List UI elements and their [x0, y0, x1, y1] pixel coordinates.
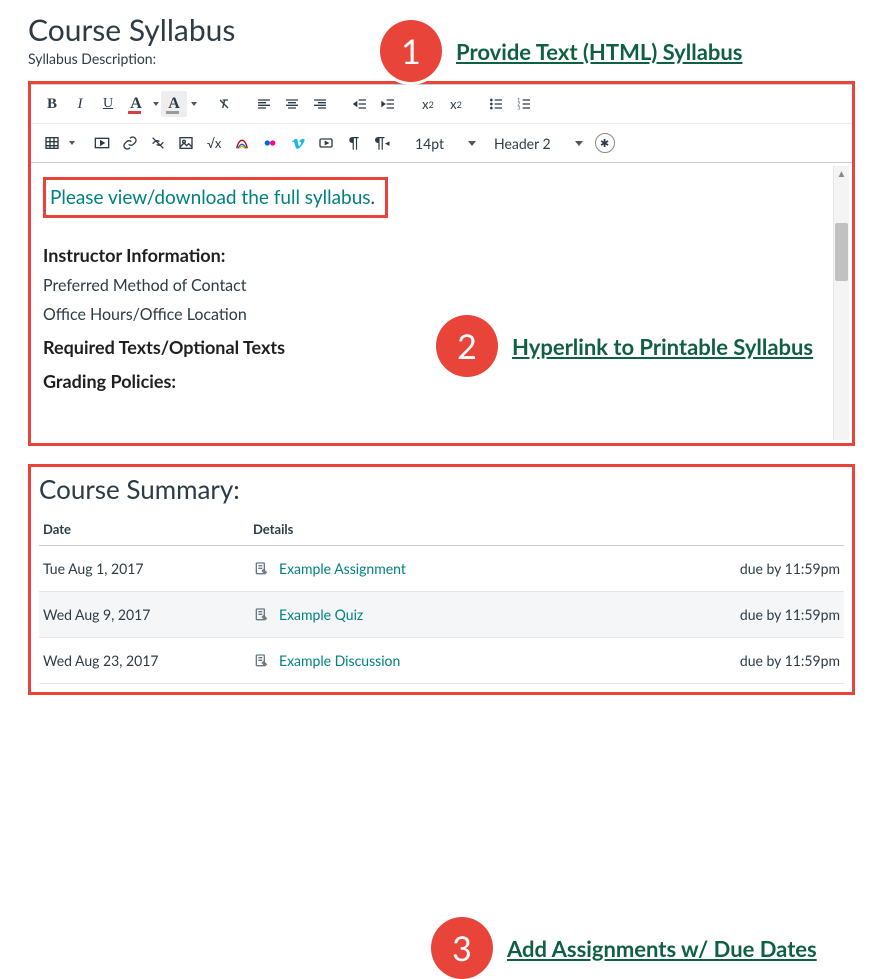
subscript-button[interactable]: x2: [443, 91, 469, 117]
text-color-caret[interactable]: [153, 102, 159, 106]
indent-button[interactable]: [375, 91, 401, 117]
youtube-button[interactable]: [313, 130, 339, 156]
svg-text:3: 3: [517, 104, 520, 110]
assignment-link[interactable]: Example Quiz: [253, 606, 690, 623]
flickr-button[interactable]: [257, 130, 283, 156]
link-button[interactable]: [117, 130, 143, 156]
heading-instructor-info: Instructor Information:: [43, 244, 840, 266]
table-caret[interactable]: [69, 141, 75, 145]
editor-highlight-box: B I U A A x2: [28, 81, 855, 446]
assignment-link[interactable]: Example Discussion: [253, 652, 690, 669]
syllabus-link-highlight: Please view/download the full syllabus.: [43, 177, 388, 218]
assignment-icon: [253, 653, 269, 669]
align-center-button[interactable]: [279, 91, 305, 117]
assignment-title: Example Discussion: [279, 652, 400, 669]
bold-button[interactable]: B: [39, 91, 65, 117]
col-header-date[interactable]: Date: [39, 515, 249, 546]
assignment-due: due by 11:59pm: [694, 638, 844, 684]
annotation-link-1[interactable]: Provide Text (HTML) Syllabus: [456, 38, 742, 65]
clear-formatting-button[interactable]: [211, 91, 237, 117]
annotation-3: 3 Add Assignments w/ Due Dates: [431, 917, 817, 979]
annotation-1: 1 Provide Text (HTML) Syllabus: [380, 20, 742, 82]
superscript-button[interactable]: x2: [415, 91, 441, 117]
outdent-button[interactable]: [347, 91, 373, 117]
annotation-badge-2: 2: [436, 315, 498, 377]
align-left-button[interactable]: [251, 91, 277, 117]
rich-text-editor[interactable]: ▲ Please view/download the full syllabus…: [31, 163, 852, 443]
ltr-button[interactable]: ¶: [341, 130, 367, 156]
table-row: Tue Aug 1, 2017 Example Assignment due b…: [39, 546, 844, 592]
chevron-down-icon: [468, 141, 476, 146]
table-button[interactable]: [39, 130, 65, 156]
assignment-link[interactable]: Example Assignment: [253, 560, 690, 577]
assignment-date: Tue Aug 1, 2017: [39, 546, 249, 592]
bullet-list-button[interactable]: [483, 91, 509, 117]
scrollbar-up-arrow[interactable]: ▲: [835, 167, 848, 181]
paragraph-format-select[interactable]: Header 2: [488, 133, 589, 154]
assignment-due: due by 11:59pm: [694, 546, 844, 592]
underline-button[interactable]: U: [95, 91, 121, 117]
assignment-date: Wed Aug 23, 2017: [39, 638, 249, 684]
annotation-badge-3: 3: [431, 917, 493, 979]
text-color-button[interactable]: A: [123, 91, 149, 117]
assignment-due: due by 11:59pm: [694, 592, 844, 638]
italic-button[interactable]: I: [67, 91, 93, 117]
annotation-2: 2 Hyperlink to Printable Syllabus: [436, 315, 813, 377]
align-right-button[interactable]: [307, 91, 333, 117]
assignment-title: Example Quiz: [279, 606, 363, 623]
link-suffix: .: [371, 186, 375, 209]
accessibility-checker-button[interactable]: ✱: [595, 133, 615, 153]
text-preferred-contact: Preferred Method of Contact: [43, 276, 840, 295]
table-row: Wed Aug 9, 2017 Example Quiz due by 11:5…: [39, 592, 844, 638]
font-size-value: 14pt: [415, 135, 444, 152]
vimeo-button[interactable]: [285, 130, 311, 156]
annotation-link-2[interactable]: Hyperlink to Printable Syllabus: [512, 333, 813, 360]
assignment-icon: [253, 607, 269, 623]
assignment-date: Wed Aug 9, 2017: [39, 592, 249, 638]
font-size-select[interactable]: 14pt: [409, 133, 482, 154]
assignment-icon: [253, 561, 269, 577]
number-list-button[interactable]: 123: [511, 91, 537, 117]
chevron-down-icon: [575, 141, 583, 146]
scrollbar-thumb[interactable]: [835, 223, 848, 281]
course-summary-title: Course Summary:: [39, 473, 844, 505]
unlink-button[interactable]: [145, 130, 171, 156]
bg-color-caret[interactable]: [191, 102, 197, 106]
rich-text-toolbar: B I U A A x2: [31, 84, 852, 163]
assignment-title: Example Assignment: [279, 560, 406, 577]
image-button[interactable]: [173, 130, 199, 156]
annotation-link-3[interactable]: Add Assignments w/ Due Dates: [507, 935, 817, 962]
summary-highlight-box: Course Summary: 3 Add Assignments w/ Due…: [28, 464, 855, 695]
bg-color-button[interactable]: A: [161, 91, 187, 117]
media-button[interactable]: [89, 130, 115, 156]
table-row: Wed Aug 23, 2017 Example Discussion due …: [39, 638, 844, 684]
col-header-details[interactable]: Details: [249, 515, 694, 546]
assignments-table: Date Details Tue Aug 1, 2017 Example Ass…: [39, 515, 844, 684]
rtl-button[interactable]: ¶◂: [369, 130, 395, 156]
annotation-badge-1: 1: [380, 20, 442, 82]
syllabus-download-link[interactable]: Please view/download the full syllabus: [50, 186, 371, 209]
paragraph-format-value: Header 2: [494, 135, 551, 152]
kaltura-button[interactable]: [229, 130, 255, 156]
equation-button[interactable]: √x: [201, 130, 227, 156]
